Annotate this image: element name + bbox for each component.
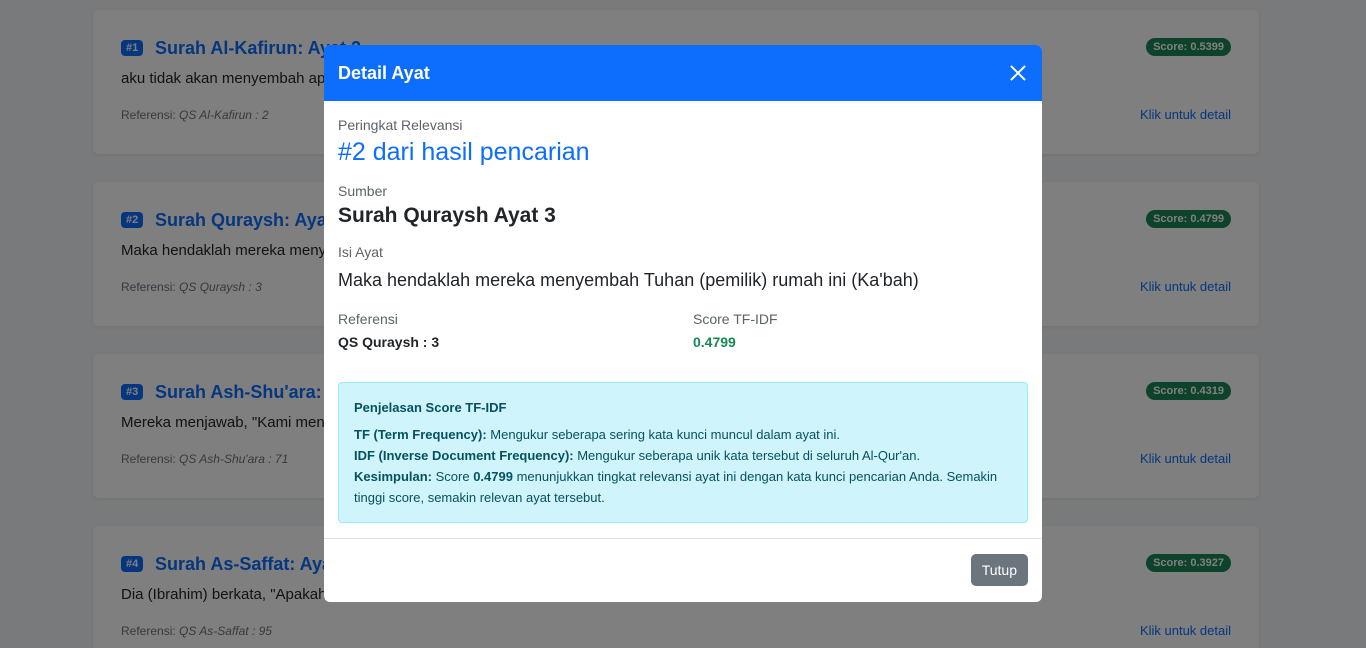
score-label: Score TF-IDF — [693, 311, 778, 327]
modal-footer: Tutup — [324, 538, 1042, 602]
modal-title: Detail Ayat — [338, 62, 430, 83]
reference-value: QS Quraysh : 3 — [338, 334, 440, 350]
rank-label: Peringkat Relevansi — [338, 117, 463, 133]
source-label: Sumber — [338, 183, 388, 199]
score-value: 0.4799 — [693, 334, 736, 350]
reference-label: Referensi — [338, 311, 398, 327]
detail-modal: Detail Ayat Peringkat Relevansi #2 dari … — [324, 45, 1042, 602]
rank-value: #2 dari hasil pencarian — [338, 138, 590, 166]
conclusion: Kesimpulan: Score 0.4799 menunjukkan tin… — [354, 469, 998, 505]
content-label: Isi Ayat — [338, 244, 383, 260]
modal-body: Peringkat Relevansi #2 dari hasil pencar… — [324, 101, 1042, 538]
close-icon[interactable] — [1008, 63, 1028, 83]
tfidf-explanation-box: Penjelasan Score TF-IDF TF (Term Frequen… — [338, 382, 1028, 523]
tf-explanation: TF (Term Frequency): Mengukur seberapa s… — [354, 427, 841, 442]
idf-explanation: IDF (Inverse Document Frequency): Menguk… — [354, 448, 921, 463]
modal-header: Detail Ayat — [324, 45, 1042, 101]
info-title: Penjelasan Score TF-IDF — [354, 400, 507, 415]
verse-content: Maka hendaklah mereka menyembah Tuhan (p… — [338, 270, 919, 290]
close-button[interactable]: Tutup — [970, 554, 1028, 586]
source-value: Surah Quraysh Ayat 3 — [338, 204, 556, 227]
